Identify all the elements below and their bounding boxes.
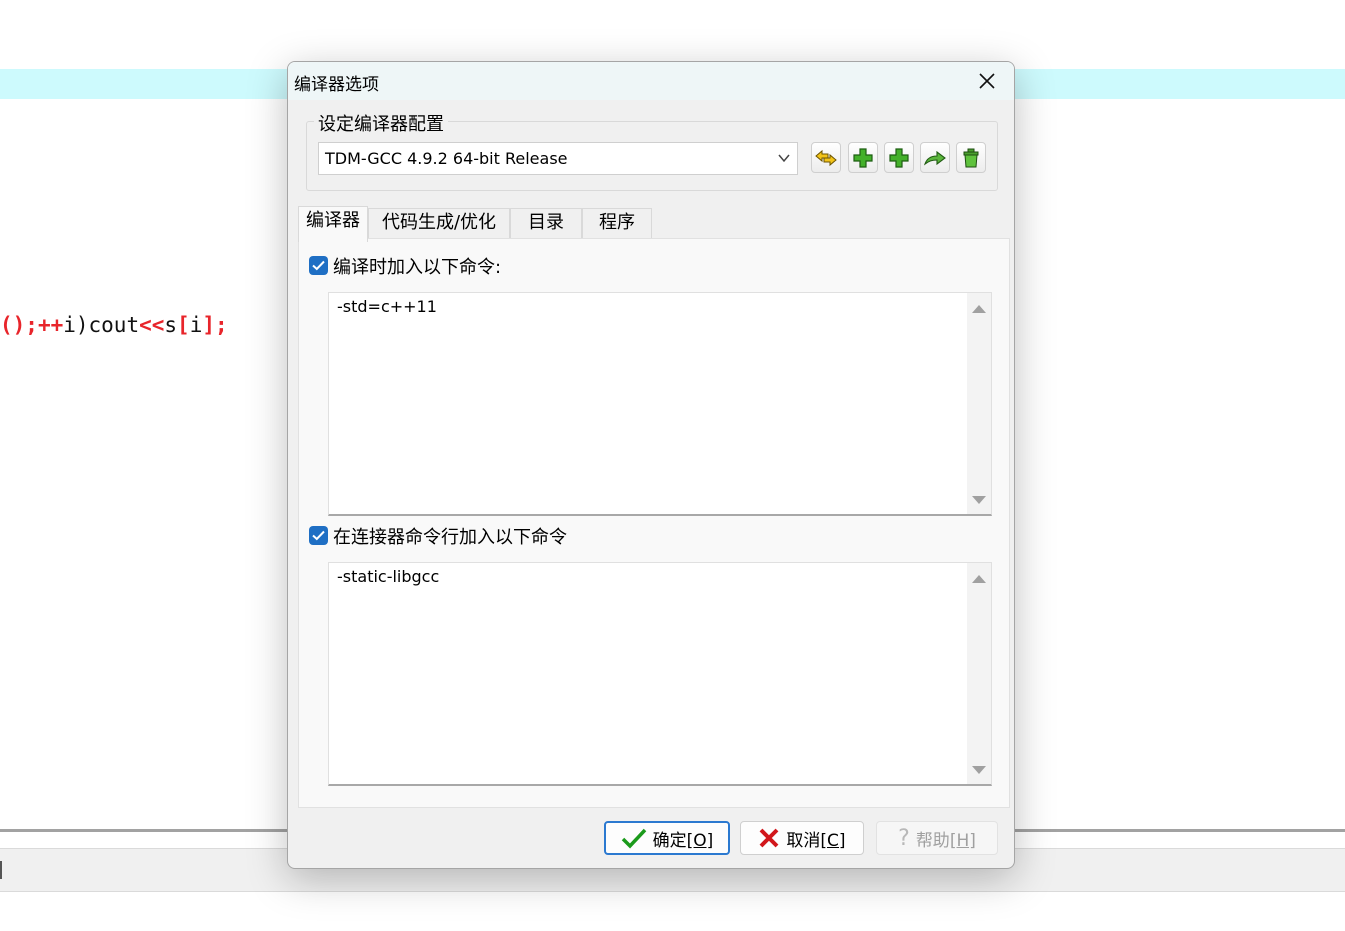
compiler-set-select[interactable]: TDM-GCC 4.9.2 64-bit Release bbox=[318, 142, 798, 175]
close-button[interactable] bbox=[964, 64, 1010, 98]
linker-commands-textarea[interactable]: -static-libgcc bbox=[328, 562, 992, 786]
linker-commands-checkbox[interactable] bbox=[309, 526, 328, 545]
compiler-config-group-label: 设定编译器配置 bbox=[314, 110, 448, 136]
code-token: (); bbox=[0, 313, 38, 337]
tab-codegen-optimization[interactable]: 代码生成/优化 bbox=[368, 208, 510, 240]
code-token: i bbox=[189, 313, 203, 337]
rename-config-button[interactable] bbox=[920, 142, 950, 173]
dialog-titlebar: 编译器选项 bbox=[288, 62, 1014, 100]
compiler-options-dialog: 编译器选项 设定编译器配置 TDM-GCC 4.9.2 64-bit Relea… bbox=[287, 61, 1015, 869]
ok-button-label: 确定 bbox=[652, 830, 687, 851]
chevron-down-icon bbox=[778, 154, 790, 163]
code-token: ]; bbox=[202, 313, 228, 337]
ok-button[interactable]: 确定[O] bbox=[604, 821, 730, 855]
tab-directories[interactable]: 目录 bbox=[510, 208, 582, 240]
code-token: s bbox=[164, 313, 178, 337]
green-checkmark-icon bbox=[621, 828, 646, 849]
cancel-button[interactable]: 取消[C] bbox=[740, 821, 864, 855]
scroll-down-icon[interactable] bbox=[972, 766, 986, 774]
add-config-copy-button[interactable] bbox=[884, 142, 914, 173]
scroll-down-icon[interactable] bbox=[972, 496, 986, 504]
vertical-scrollbar[interactable] bbox=[967, 293, 991, 514]
compile-commands-label: 编译时加入以下命令: bbox=[333, 257, 502, 278]
compile-commands-textarea[interactable]: -std=c++11 bbox=[328, 292, 992, 516]
help-button-hotkey: [H] bbox=[949, 830, 976, 851]
cancel-button-label: 取消 bbox=[786, 830, 821, 851]
add-green-cross-icon bbox=[853, 147, 873, 168]
options-tabs: 编译器 代码生成/优化 目录 程序 bbox=[298, 206, 998, 242]
rename-arrow-icon bbox=[923, 150, 946, 165]
checkmark-icon bbox=[312, 260, 325, 271]
red-x-icon bbox=[760, 828, 779, 848]
help-button-label: 帮助 bbox=[915, 830, 950, 851]
add-green-cross-icon bbox=[889, 147, 909, 168]
code-token: i)cout bbox=[63, 313, 140, 337]
trash-icon bbox=[963, 148, 979, 167]
cancel-button-hotkey: [C] bbox=[820, 830, 846, 851]
checkmark-icon bbox=[312, 530, 325, 541]
add-config-button[interactable] bbox=[848, 142, 878, 173]
status-separator bbox=[0, 861, 2, 879]
code-token: [ bbox=[177, 313, 190, 337]
compiler-set-value: TDM-GCC 4.9.2 64-bit Release bbox=[325, 149, 568, 168]
help-button[interactable]: ? 帮助[H] bbox=[876, 821, 998, 855]
tab-programs[interactable]: 程序 bbox=[582, 208, 652, 240]
swap-config-button[interactable] bbox=[811, 142, 841, 173]
tab-compiler[interactable]: 编译器 bbox=[298, 206, 368, 242]
dialog-title: 编译器选项 bbox=[294, 75, 379, 95]
vertical-scrollbar[interactable] bbox=[967, 563, 991, 784]
help-question-icon: ? bbox=[898, 825, 910, 851]
linker-commands-label: 在连接器命令行加入以下命令 bbox=[333, 527, 567, 548]
scroll-up-icon[interactable] bbox=[972, 575, 986, 583]
code-token: << bbox=[139, 313, 165, 337]
linker-commands-text: -static-libgcc bbox=[337, 567, 440, 586]
code-token: ++ bbox=[37, 313, 64, 337]
compile-commands-checkbox[interactable] bbox=[309, 256, 328, 275]
scroll-up-icon[interactable] bbox=[972, 305, 986, 313]
close-icon bbox=[979, 73, 995, 89]
compile-commands-text: -std=c++11 bbox=[337, 297, 437, 316]
code-line[interactable]: ();++i)cout<<s[i]; bbox=[0, 310, 228, 340]
swap-arrows-icon bbox=[815, 149, 837, 166]
delete-config-button[interactable] bbox=[956, 142, 986, 173]
ok-button-hotkey: [O] bbox=[686, 830, 714, 851]
